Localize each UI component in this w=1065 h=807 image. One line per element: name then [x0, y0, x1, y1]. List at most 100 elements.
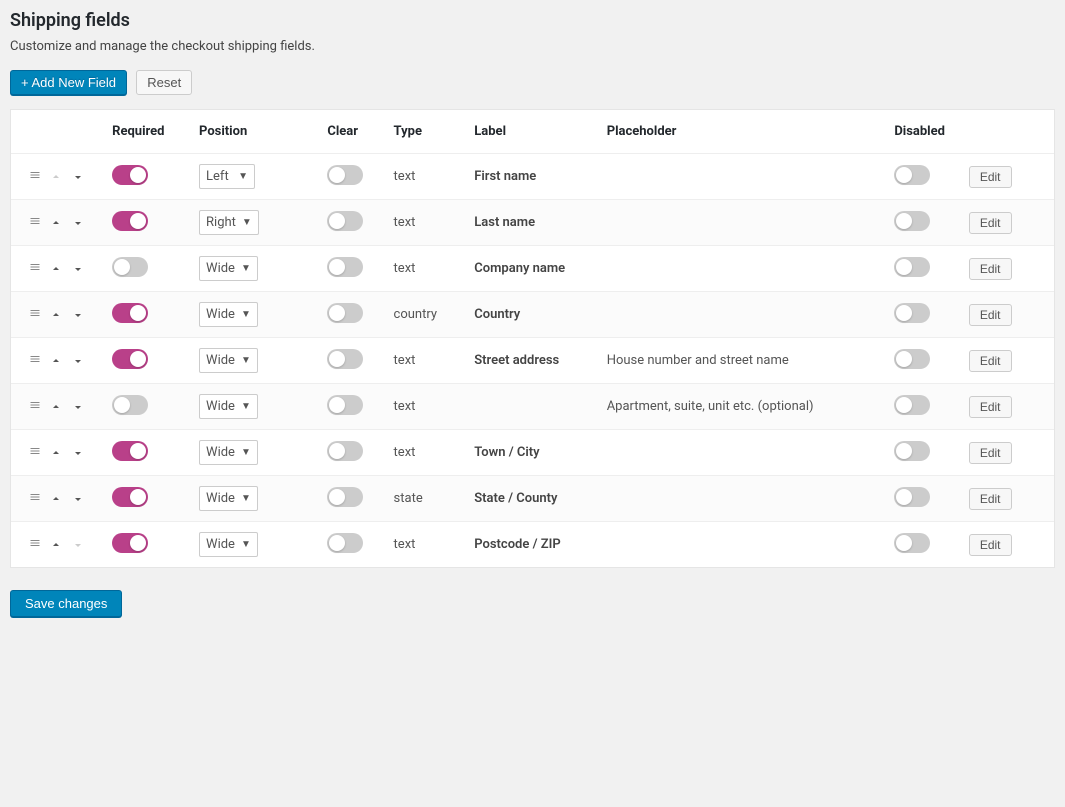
required-toggle[interactable] — [112, 441, 148, 461]
required-toggle[interactable] — [112, 533, 148, 553]
drag-handle-icon[interactable] — [29, 399, 41, 415]
page-title: Shipping fields — [10, 10, 1055, 31]
position-select[interactable]: Wide ▼ — [199, 532, 258, 557]
placeholder-text: House number and street name — [607, 353, 789, 368]
disabled-toggle[interactable] — [894, 303, 930, 323]
required-toggle[interactable] — [112, 395, 148, 415]
disabled-toggle[interactable] — [894, 533, 930, 553]
clear-toggle[interactable] — [327, 533, 363, 553]
position-select[interactable]: Wide ▼ — [199, 348, 258, 373]
disabled-toggle[interactable] — [894, 395, 930, 415]
drag-handle-icon[interactable] — [29, 261, 41, 277]
position-select[interactable]: Wide ▼ — [199, 394, 258, 419]
move-down-button[interactable] — [71, 354, 85, 368]
move-down-button — [71, 538, 85, 552]
edit-button[interactable]: Edit — [969, 166, 1012, 188]
fields-table: Required Position Clear Type Label Place… — [11, 110, 1054, 567]
move-down-button[interactable] — [71, 492, 85, 506]
clear-toggle[interactable] — [327, 303, 363, 323]
position-select[interactable]: Wide ▼ — [199, 302, 258, 327]
move-down-button[interactable] — [71, 262, 85, 276]
drag-handle-icon[interactable] — [29, 215, 41, 231]
edit-button[interactable]: Edit — [969, 396, 1012, 418]
edit-button[interactable]: Edit — [969, 304, 1012, 326]
clear-toggle[interactable] — [327, 487, 363, 507]
label-text: Street address — [474, 353, 559, 368]
position-value: Wide — [206, 353, 235, 368]
move-up-button[interactable] — [49, 354, 63, 368]
drag-handle-icon[interactable] — [29, 537, 41, 553]
position-select[interactable]: Wide ▼ — [199, 440, 258, 465]
move-up-button[interactable] — [49, 216, 63, 230]
col-header-disabled: Disabled — [886, 110, 961, 154]
edit-button[interactable]: Edit — [969, 350, 1012, 372]
drag-handle-icon[interactable] — [29, 169, 41, 185]
label-text: Postcode / ZIP — [474, 537, 560, 552]
move-down-button[interactable] — [71, 400, 85, 414]
required-toggle[interactable] — [112, 349, 148, 369]
move-down-button[interactable] — [71, 170, 85, 184]
edit-button[interactable]: Edit — [969, 212, 1012, 234]
move-up-button[interactable] — [49, 492, 63, 506]
add-new-field-button[interactable]: + Add New Field — [10, 70, 127, 95]
caret-down-icon: ▼ — [241, 493, 251, 504]
position-value: Wide — [206, 307, 235, 322]
col-header-required: Required — [104, 110, 191, 154]
table-row: Wide ▼ stateState / CountyEdit — [11, 476, 1054, 522]
move-up-button[interactable] — [49, 400, 63, 414]
required-toggle[interactable] — [112, 487, 148, 507]
edit-button[interactable]: Edit — [969, 534, 1012, 556]
edit-button[interactable]: Edit — [969, 488, 1012, 510]
position-select[interactable]: Wide ▼ — [199, 256, 258, 281]
type-text: text — [394, 215, 416, 230]
label-text: Company name — [474, 261, 565, 276]
fields-panel: Required Position Clear Type Label Place… — [10, 109, 1055, 568]
label-text: Town / City — [474, 445, 539, 460]
disabled-toggle[interactable] — [894, 487, 930, 507]
clear-toggle[interactable] — [327, 441, 363, 461]
type-text: state — [394, 491, 423, 506]
disabled-toggle[interactable] — [894, 165, 930, 185]
move-up-button[interactable] — [49, 308, 63, 322]
position-select[interactable]: Left ▼ — [199, 164, 255, 189]
drag-handle-icon[interactable] — [29, 445, 41, 461]
required-toggle[interactable] — [112, 211, 148, 231]
save-changes-button[interactable]: Save changes — [10, 590, 122, 617]
required-toggle[interactable] — [112, 165, 148, 185]
drag-handle-icon[interactable] — [29, 491, 41, 507]
drag-handle-icon[interactable] — [29, 307, 41, 323]
clear-toggle[interactable] — [327, 257, 363, 277]
clear-toggle[interactable] — [327, 211, 363, 231]
clear-toggle[interactable] — [327, 165, 363, 185]
position-select[interactable]: Right ▼ — [199, 210, 259, 235]
placeholder-text: Apartment, suite, unit etc. (optional) — [607, 399, 814, 414]
drag-handle-icon[interactable] — [29, 353, 41, 369]
caret-down-icon: ▼ — [241, 263, 251, 274]
reset-button[interactable]: Reset — [136, 70, 192, 95]
col-header-clear: Clear — [319, 110, 385, 154]
caret-down-icon: ▼ — [241, 447, 251, 458]
move-up-button[interactable] — [49, 446, 63, 460]
edit-button[interactable]: Edit — [969, 442, 1012, 464]
disabled-toggle[interactable] — [894, 211, 930, 231]
position-select[interactable]: Wide ▼ — [199, 486, 258, 511]
position-value: Wide — [206, 445, 235, 460]
disabled-toggle[interactable] — [894, 349, 930, 369]
caret-down-icon: ▼ — [241, 539, 251, 550]
move-down-button[interactable] — [71, 446, 85, 460]
clear-toggle[interactable] — [327, 395, 363, 415]
disabled-toggle[interactable] — [894, 257, 930, 277]
edit-button[interactable]: Edit — [969, 258, 1012, 280]
required-toggle[interactable] — [112, 303, 148, 323]
move-down-button[interactable] — [71, 216, 85, 230]
table-row: Wide ▼ countryCountryEdit — [11, 292, 1054, 338]
move-up-button[interactable] — [49, 262, 63, 276]
required-toggle[interactable] — [112, 257, 148, 277]
disabled-toggle[interactable] — [894, 441, 930, 461]
position-value: Wide — [206, 399, 235, 414]
table-row: Left ▼ textFirst nameEdit — [11, 154, 1054, 200]
clear-toggle[interactable] — [327, 349, 363, 369]
label-text: Last name — [474, 215, 535, 230]
move-up-button[interactable] — [49, 538, 63, 552]
move-down-button[interactable] — [71, 308, 85, 322]
